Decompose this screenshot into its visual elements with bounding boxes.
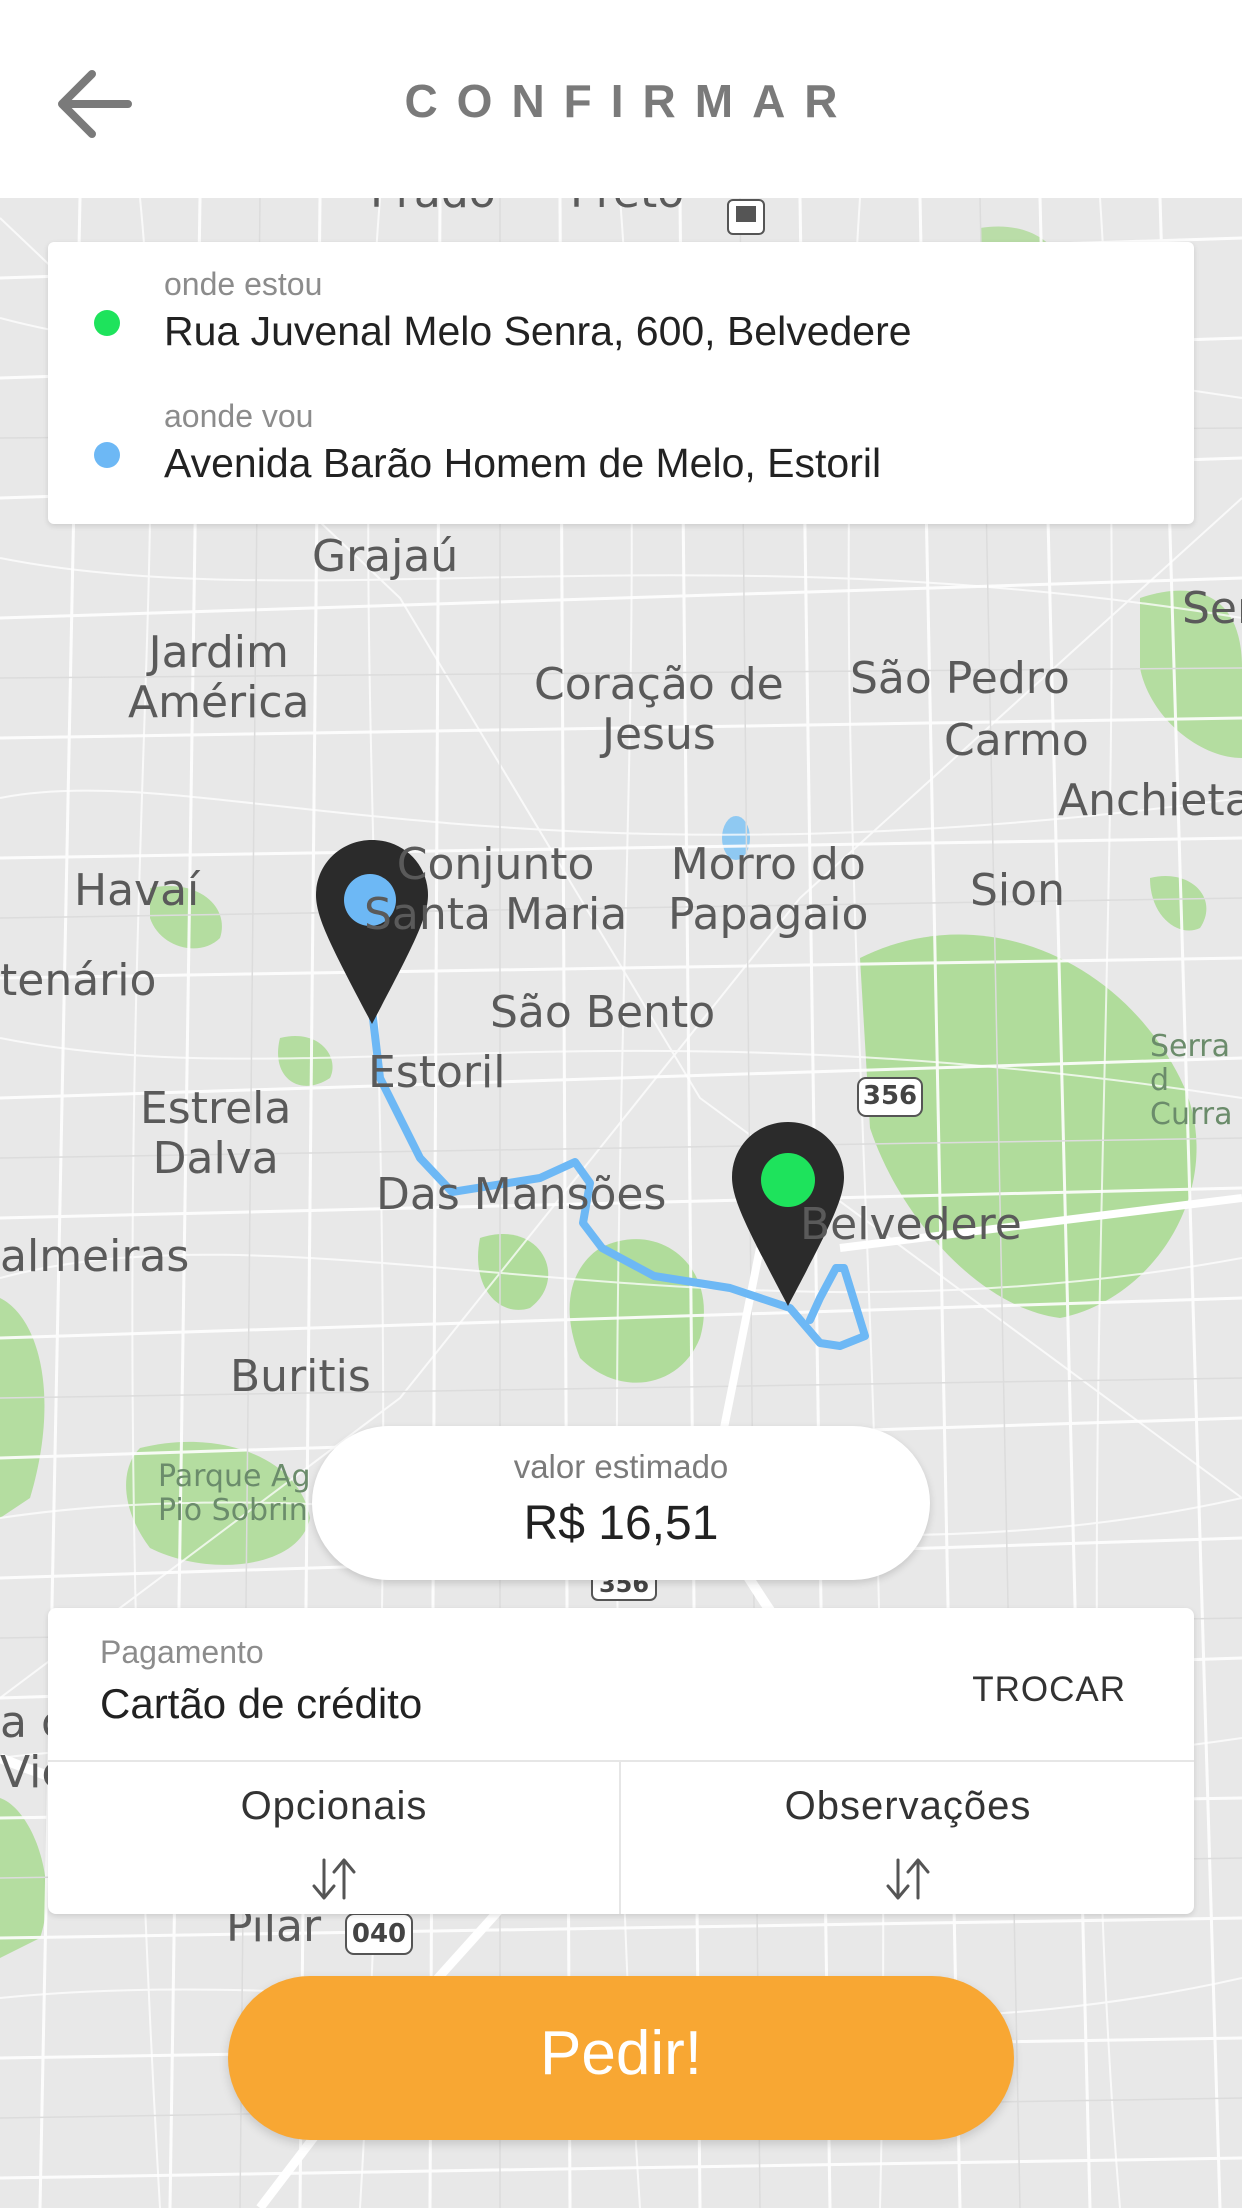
map-label-estoril: Estoril [368,1047,506,1098]
change-payment-button[interactable]: TROCAR [972,1670,1126,1710]
notes-button[interactable]: Observações [622,1762,1194,1914]
map-label-palmeiras: almeiras [0,1231,190,1282]
request-ride-label: Pedir! [540,2019,702,2088]
map-label-sao-bento: São Bento [490,987,716,1038]
road-badge-040-label: 040 [351,1919,407,1949]
request-ride-button[interactable]: Pedir! [228,1976,1014,2140]
map-label-conjunto-santa-maria: Conjunto Santa Maria [364,839,628,940]
map-label-buritis: Buritis [230,1351,371,1402]
map-label-serra: Serra d Curra [1150,1029,1233,1132]
estimated-price-label: valor estimado [513,1448,729,1485]
map-label-carmo: Carmo [944,715,1089,766]
origin-dot-icon [94,310,120,336]
estimated-price-value: R$ 16,51 [523,1497,719,1550]
bus-stop-icon [727,199,765,235]
map-label-grajau: Grajaú [312,531,459,582]
origin-row[interactable]: onde estou Rua Juvenal Melo Senra, 600, … [48,250,1194,380]
notes-label: Observações [784,1784,1032,1828]
origin-address: Rua Juvenal Melo Senra, 600, Belvedere [164,308,912,354]
map-label-sion: Sion [970,865,1065,916]
map-label-se: Ser [1182,583,1242,634]
page-title: CONFIRMAR [404,75,857,127]
map-label-havai: Havaí [74,865,200,916]
swap-vertical-icon [886,1858,930,1900]
payment-card: Pagamento Cartão de crédito TROCAR Opcio… [48,1608,1194,1914]
origin-label: onde estou [164,266,323,302]
map-label-sao-pedro: São Pedro [850,653,1070,704]
payment-label: Pagamento [100,1634,264,1670]
destination-row[interactable]: aonde vou Avenida Barão Homem de Melo, E… [48,382,1194,512]
map-label-parque: Parque Ag Pio Sobrin [158,1459,311,1528]
map-label-jardim-america: Jardim América [128,627,310,728]
destination-label: aonde vou [164,398,314,434]
map-label-preto: Preto [570,198,684,218]
destination-dot-icon [94,442,120,468]
map-label-das-mansoes: Das Mansões [376,1169,667,1220]
app-header: CONFIRMAR [0,0,1242,198]
road-badge-356-a-label: 356 [862,1081,918,1111]
optionals-label: Opcionais [240,1784,428,1828]
map-label-belvedere: Belvedere [800,1199,1022,1250]
destination-address: Avenida Barão Homem de Melo, Estoril [164,440,882,486]
optionals-button[interactable]: Opcionais [48,1762,620,1914]
map-label-centenario: tenário [0,955,157,1006]
swap-vertical-icon [312,1858,356,1900]
route-address-card: onde estou Rua Juvenal Melo Senra, 600, … [48,242,1194,524]
map-label-coracao-de-jesus: Coração de Jesus [534,659,784,760]
estimated-price-pill: valor estimado R$ 16,51 [312,1426,930,1580]
payment-method: Cartão de crédito [100,1680,423,1727]
map-label-prado: Prado [370,198,496,218]
map-label-estrela-dalva: Estrela Dalva [140,1083,292,1184]
map-label-morro-do-papagaio: Morro do Papagaio [668,839,869,940]
map-label-anchieta: Anchieta [1058,775,1242,826]
